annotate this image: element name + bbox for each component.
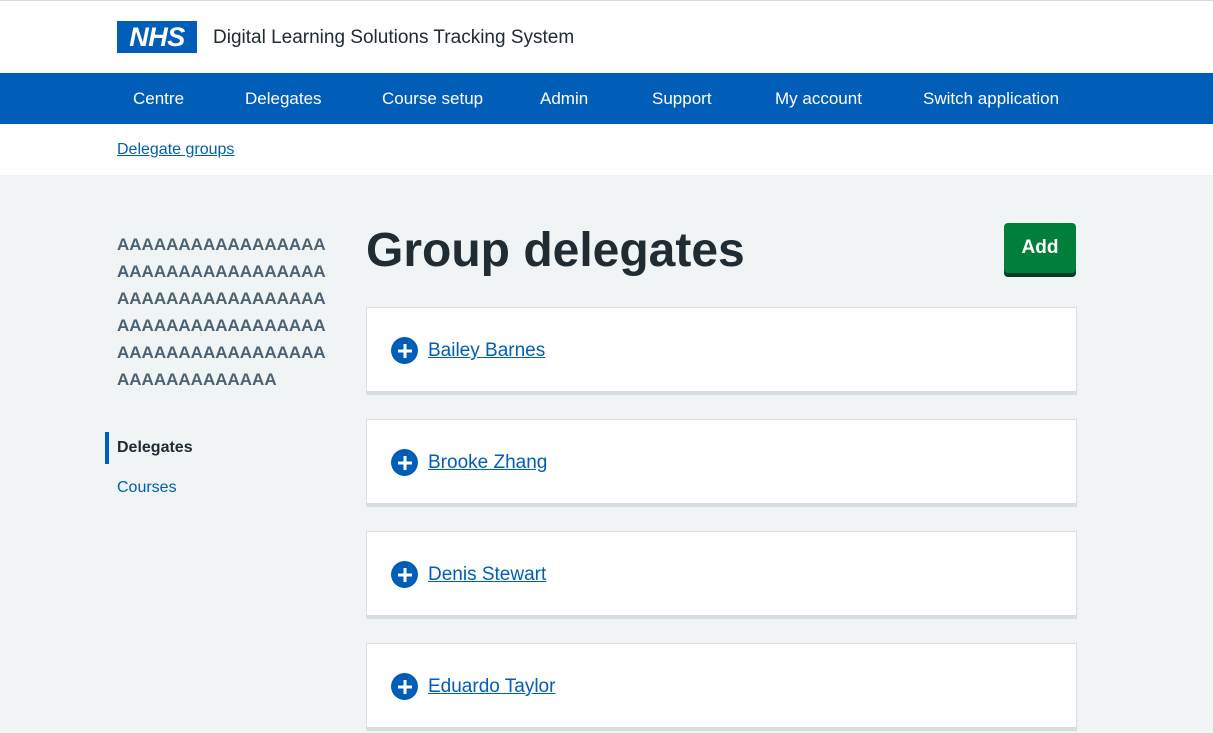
side-navigation: Delegates Courses <box>105 432 335 512</box>
breadcrumb-link-delegate-groups[interactable]: Delegate groups <box>117 141 234 159</box>
side-nav-item-courses[interactable]: Courses <box>105 472 335 512</box>
plus-circle-icon[interactable] <box>391 561 418 588</box>
delegate-name-link[interactable]: Bailey Barnes <box>428 337 545 364</box>
side-nav-item-delegates: Delegates <box>105 432 335 472</box>
nav-item-admin[interactable]: Admin <box>540 73 588 124</box>
main-content: AAAAAAAAAAAAAAAAAAAAAAAAAAAAAAAAAAAAAAAA… <box>0 175 1213 733</box>
delegate-card: Brooke Zhang <box>366 419 1077 507</box>
plus-circle-icon[interactable] <box>391 673 418 700</box>
nav-item-delegates[interactable]: Delegates <box>245 73 322 124</box>
nav-item-support[interactable]: Support <box>652 73 712 124</box>
add-button[interactable]: Add <box>1004 223 1076 273</box>
primary-navigation: Centre Delegates Course setup Admin Supp… <box>0 73 1213 124</box>
group-name: AAAAAAAAAAAAAAAAAAAAAAAAAAAAAAAAAAAAAAAA… <box>117 235 326 389</box>
nav-item-my-account[interactable]: My account <box>775 73 862 124</box>
breadcrumb: Delegate groups <box>0 124 1213 175</box>
plus-circle-icon[interactable] <box>391 449 418 476</box>
delegate-name-link[interactable]: Denis Stewart <box>428 561 546 588</box>
delegate-name-link[interactable]: Eduardo Taylor <box>428 673 555 700</box>
page-title: Group delegates <box>366 224 745 277</box>
delegate-card: Bailey Barnes <box>366 307 1077 395</box>
delegate-name-link[interactable]: Brooke Zhang <box>428 449 547 476</box>
plus-circle-icon[interactable] <box>391 337 418 364</box>
delegate-card: Denis Stewart <box>366 531 1077 619</box>
delegate-card: Eduardo Taylor <box>366 643 1077 731</box>
nhs-logo[interactable]: NHS <box>117 21 197 53</box>
site-header: NHS Digital Learning Solutions Tracking … <box>0 0 1213 73</box>
nav-item-switch-application[interactable]: Switch application <box>923 73 1059 124</box>
nav-item-course-setup[interactable]: Course setup <box>382 73 483 124</box>
nhs-logo-text: NHS <box>129 21 185 52</box>
service-name[interactable]: Digital Learning Solutions Tracking Syst… <box>213 27 574 49</box>
nav-item-centre[interactable]: Centre <box>133 73 184 124</box>
